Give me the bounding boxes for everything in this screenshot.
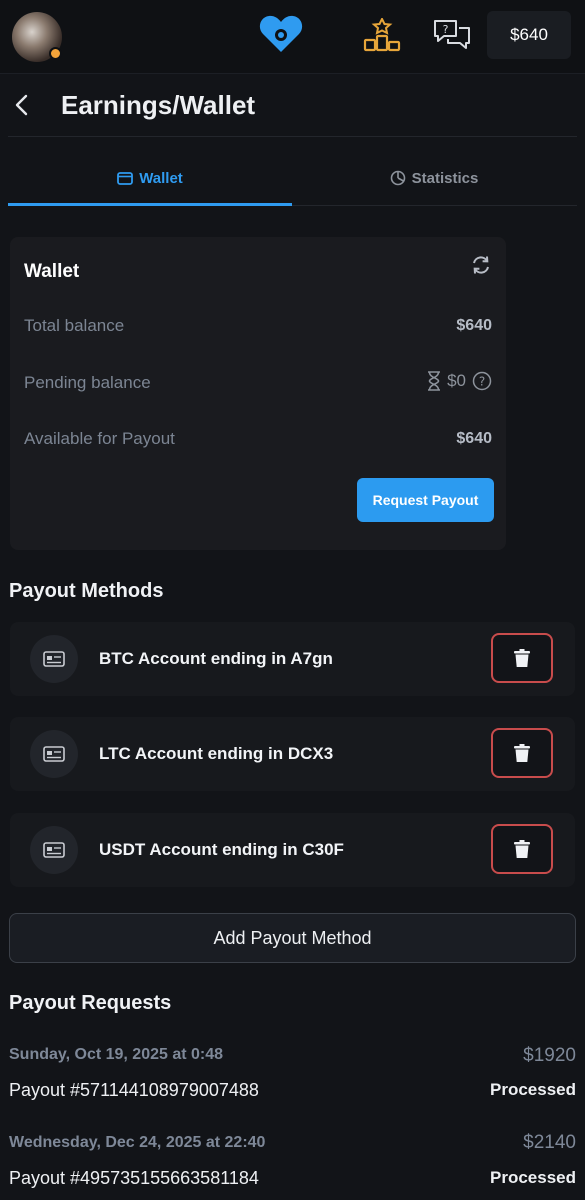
payout-methods-title: Payout Methods [9,580,164,602]
svg-text:?: ? [479,374,485,388]
delete-button[interactable] [491,824,553,874]
leaderboard-icon[interactable] [362,18,402,52]
request-date: Sunday, Oct 19, 2025 at 0:48 [9,1046,224,1063]
tab-divider [292,205,577,206]
chat-help-icon[interactable]: ? [432,18,472,52]
payout-method-label: USDT Account ending in C30F [99,840,344,859]
pending-balance-amount: $0 [447,371,466,390]
payout-method-item: BTC Account ending in A7gn [10,622,575,696]
tab-wallet-label: Wallet [139,169,183,187]
payout-method-label: BTC Account ending in A7gn [99,649,333,668]
request-amount: $1920 [523,1045,576,1066]
back-arrow-icon[interactable] [12,94,32,116]
total-balance-label: Total balance [24,316,125,335]
available-payout-amount: $640 [456,430,492,447]
delete-button[interactable] [491,728,553,778]
trash-icon [514,648,530,667]
status-dot [49,47,62,60]
tab-statistics-label: Statistics [411,169,479,187]
wallet-card: Wallet Total balance $640 Pending balanc… [10,237,506,550]
card-icon [30,730,78,778]
hourglass-icon [428,371,441,391]
delete-button[interactable] [491,633,553,683]
request-date: Wednesday, Dec 24, 2025 at 22:40 [9,1134,266,1151]
pie-chart-icon [390,170,405,186]
balance-button[interactable]: $640 [487,11,571,59]
payout-requests-title: Payout Requests [9,992,172,1014]
tab-wallet[interactable]: Wallet [8,150,292,206]
page-header: Earnings/Wallet [0,74,585,137]
card-icon [30,635,78,683]
available-payout-label: Available for Payout [24,429,175,448]
refresh-icon[interactable] [470,254,492,276]
tab-bar: Wallet Statistics [8,150,577,206]
request-amount: $2140 [523,1132,576,1153]
help-icon[interactable]: ? [472,371,492,391]
wallet-icon [117,171,134,185]
available-payout-value: $640 [456,430,492,448]
total-balance-amount: $640 [456,317,492,334]
top-bar: ? $640 [0,0,585,74]
request-status: Processed [490,1080,576,1099]
payout-method-label: LTC Account ending in DCX3 [99,744,334,763]
request-status: Processed [490,1168,576,1187]
avatar[interactable] [12,12,62,62]
heart-logo-icon[interactable] [258,14,304,54]
request-id: Payout #495735155663581184 [9,1168,259,1188]
svg-text:?: ? [443,23,449,36]
trash-icon [514,839,530,858]
page-title: Earnings/Wallet [61,90,256,120]
payout-method-item: USDT Account ending in C30F [10,813,575,887]
pending-balance-value: $0 ? [427,371,492,391]
trash-icon [514,743,530,762]
wallet-card-title: Wallet [24,261,80,282]
pending-balance-label: Pending balance [24,373,151,392]
active-tab-indicator [8,203,292,206]
request-id: Payout #571144108979007488 [9,1080,259,1100]
total-balance-value: $640 [456,317,492,335]
tab-statistics[interactable]: Statistics [292,150,576,206]
payout-method-item: LTC Account ending in DCX3 [10,717,575,791]
divider [8,136,577,137]
request-payout-button[interactable]: Request Payout [357,478,494,522]
card-icon [30,826,78,874]
add-payout-method-button[interactable]: Add Payout Method [9,913,576,963]
